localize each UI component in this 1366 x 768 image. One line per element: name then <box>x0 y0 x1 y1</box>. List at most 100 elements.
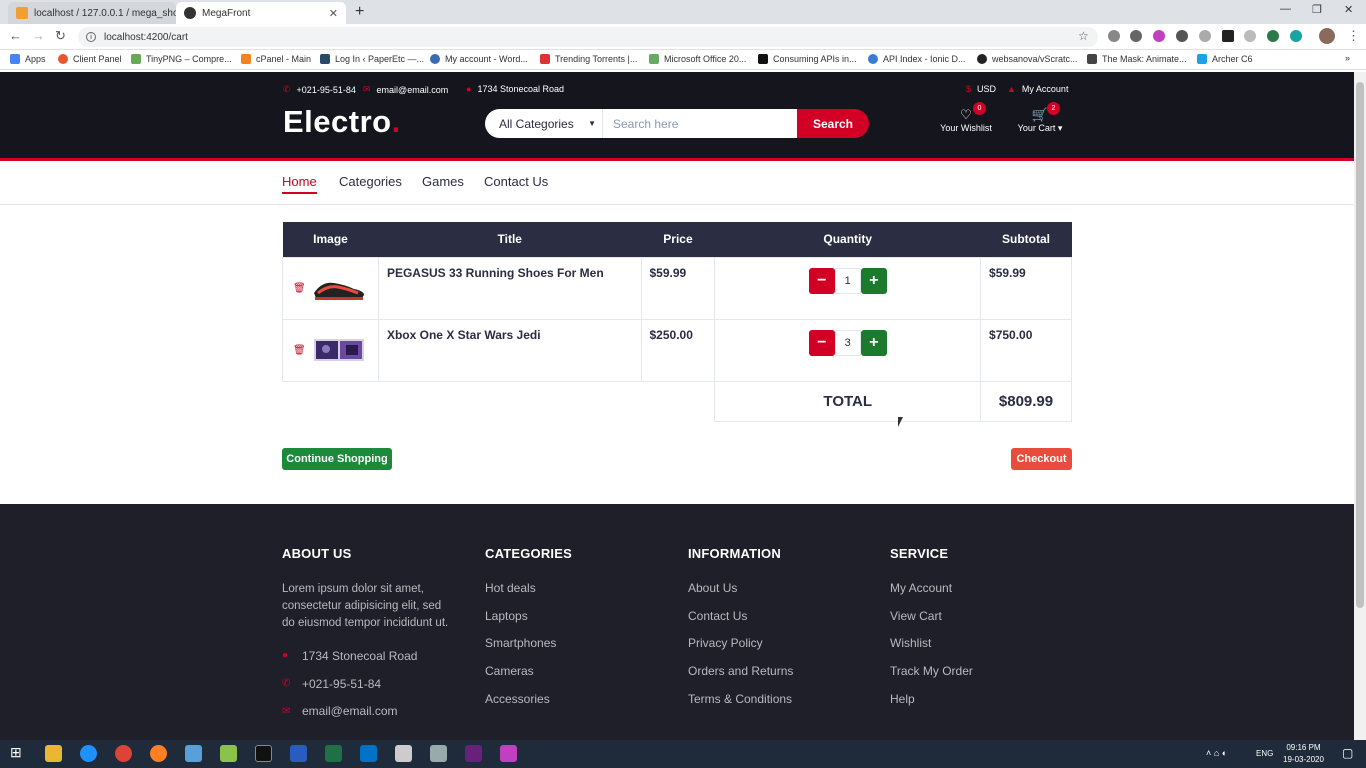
system-tray-icons[interactable]: ˄ ⌂ ◐ <box>1206 748 1227 758</box>
footer-address[interactable]: ● 1734 Stonecoal Road <box>282 642 452 670</box>
file-explorer-icon[interactable] <box>45 745 62 762</box>
nav-home[interactable]: Home <box>282 174 317 194</box>
decrease-quantity-button[interactable]: − <box>808 329 835 356</box>
bookmark-item[interactable]: cPanel - Main <box>241 54 311 64</box>
wishlist-link[interactable]: ♡ 0 Your Wishlist <box>936 102 996 133</box>
bookmark-item[interactable]: Microsoft Office 20... <box>649 54 746 64</box>
close-icon[interactable]: ✕ <box>329 7 338 20</box>
excel-icon[interactable] <box>325 745 342 762</box>
app-icon[interactable] <box>430 745 447 762</box>
app-icon[interactable] <box>185 745 202 762</box>
footer-link[interactable]: View Cart <box>890 609 973 637</box>
tab-phpmyadmin[interactable]: localhost / 127.0.0.1 / mega_sho ✕ <box>8 2 176 24</box>
bookmark-item[interactable]: websanova/vScratc... <box>977 54 1078 64</box>
restore-icon[interactable]: ❐ <box>1312 3 1322 16</box>
back-icon[interactable]: ← <box>9 28 22 43</box>
quantity-field[interactable]: 3 <box>834 329 861 356</box>
outlook-icon[interactable] <box>360 745 377 762</box>
footer-link[interactable]: Cameras <box>485 664 572 692</box>
bookmark-item[interactable]: Consuming APIs in... <box>758 54 857 64</box>
bookmark-apps[interactable]: Apps <box>10 54 46 64</box>
extension-icon[interactable] <box>1199 30 1211 42</box>
footer-link[interactable]: Privacy Policy <box>688 636 793 664</box>
phpstorm-icon[interactable] <box>500 745 517 762</box>
visual-studio-icon[interactable] <box>465 745 482 762</box>
decrease-quantity-button[interactable]: − <box>808 267 835 294</box>
bookmark-item[interactable]: Client Panel <box>58 54 122 64</box>
footer-link[interactable]: Help <box>890 692 973 720</box>
minimize-icon[interactable]: — <box>1280 3 1291 15</box>
extension-icon[interactable] <box>1130 30 1142 42</box>
bookmark-item[interactable]: TinyPNG – Compre... <box>131 54 232 64</box>
chrome-icon[interactable] <box>115 745 132 762</box>
footer-link[interactable]: About Us <box>688 581 793 609</box>
reload-icon[interactable]: ↻ <box>55 28 66 44</box>
footer-link[interactable]: Accessories <box>485 692 572 720</box>
checkout-button[interactable]: Checkout <box>1011 448 1072 470</box>
internet-explorer-icon[interactable] <box>80 745 97 762</box>
search-input[interactable]: Search here <box>603 109 797 138</box>
extension-icon[interactable] <box>1153 30 1165 42</box>
taskbar-clock[interactable]: 09:16 PM 19-03-2020 <box>1283 742 1324 766</box>
footer-link[interactable]: Orders and Returns <box>688 664 793 692</box>
bookmark-item[interactable]: Log In ‹ PaperEtc —... <box>320 54 424 64</box>
footer-link[interactable]: Terms & Conditions <box>688 692 793 720</box>
extension-icon[interactable] <box>1176 30 1188 42</box>
category-select[interactable]: All Categories ▼ <box>485 109 603 138</box>
footer-phone[interactable]: ✆ +021-95-51-84 <box>282 670 452 698</box>
logo[interactable]: Electro. <box>283 104 401 140</box>
address-bar[interactable]: i localhost:4200/cart <box>78 27 1098 47</box>
powershell-icon[interactable] <box>290 745 307 762</box>
trash-icon[interactable]: 🗑 <box>293 283 306 294</box>
more-bookmarks-icon[interactable]: » <box>1345 53 1350 63</box>
terminal-icon[interactable] <box>255 745 272 762</box>
bookmark-item[interactable]: Trending Torrents |... <box>540 54 637 64</box>
windows-start-icon[interactable]: ⊞ <box>10 744 27 761</box>
cart-link[interactable]: 🛒 2 Your Cart ▾ <box>1012 102 1068 134</box>
app-icon[interactable] <box>395 745 412 762</box>
footer-link[interactable]: Track My Order <box>890 664 973 692</box>
increase-quantity-button[interactable]: + <box>860 329 887 356</box>
bookmark-item[interactable]: API Index - Ionic D... <box>868 54 966 64</box>
bookmark-item[interactable]: My account - Word... <box>430 54 528 64</box>
footer-link[interactable]: Laptops <box>485 609 572 637</box>
new-tab-icon[interactable]: + <box>355 3 364 21</box>
notepad-icon[interactable] <box>220 745 237 762</box>
my-account-link[interactable]: ▲ My Account <box>1007 84 1068 94</box>
footer-link[interactable]: Contact Us <box>688 609 793 637</box>
avatar[interactable] <box>1319 28 1335 44</box>
footer-link[interactable]: My Account <box>890 581 973 609</box>
forward-icon[interactable]: → <box>32 28 45 43</box>
quantity-field[interactable]: 1 <box>834 267 861 294</box>
bookmark-item[interactable]: The Mask: Animate... <box>1087 54 1187 64</box>
extension-icon[interactable] <box>1290 30 1302 42</box>
search-button[interactable]: Search <box>797 109 869 138</box>
extension-icon[interactable] <box>1222 30 1234 42</box>
tab-megafront[interactable]: MegaFront ✕ <box>176 2 346 24</box>
footer-link[interactable]: Smartphones <box>485 636 572 664</box>
currency-link[interactable]: $ USD <box>966 84 996 94</box>
firefox-icon[interactable] <box>150 745 167 762</box>
extension-icon[interactable] <box>1108 30 1120 42</box>
continue-shopping-button[interactable]: Continue Shopping <box>282 448 392 470</box>
nav-games[interactable]: Games <box>422 174 464 189</box>
trash-icon[interactable]: 🗑 <box>293 345 306 356</box>
header-email[interactable]: ✉ email@email.com <box>363 84 448 95</box>
increase-quantity-button[interactable]: + <box>860 267 887 294</box>
menu-icon[interactable]: ⋮ <box>1347 28 1360 44</box>
product-title[interactable]: PEGASUS 33 Running Shoes For Men <box>377 256 642 320</box>
notification-icon[interactable]: ▢ <box>1342 746 1353 760</box>
footer-link[interactable]: Wishlist <box>890 636 973 664</box>
star-icon[interactable]: ☆ <box>1078 29 1089 43</box>
footer-link[interactable]: Hot deals <box>485 581 572 609</box>
header-address[interactable]: ● 1734 Stonecoal Road <box>466 84 564 94</box>
close-window-icon[interactable]: ✕ <box>1344 3 1353 16</box>
language-indicator[interactable]: ENG <box>1256 749 1273 758</box>
footer-email[interactable]: ✉ email@email.com <box>282 697 452 725</box>
scrollbar-thumb[interactable] <box>1356 82 1364 608</box>
extension-icon[interactable] <box>1267 30 1279 42</box>
header-phone[interactable]: ✆ +021-95-51-84 <box>283 84 356 95</box>
bookmark-item[interactable]: Archer C6 <box>1197 54 1253 64</box>
info-icon[interactable]: i <box>86 32 96 42</box>
nav-contact-us[interactable]: Contact Us <box>484 174 548 189</box>
